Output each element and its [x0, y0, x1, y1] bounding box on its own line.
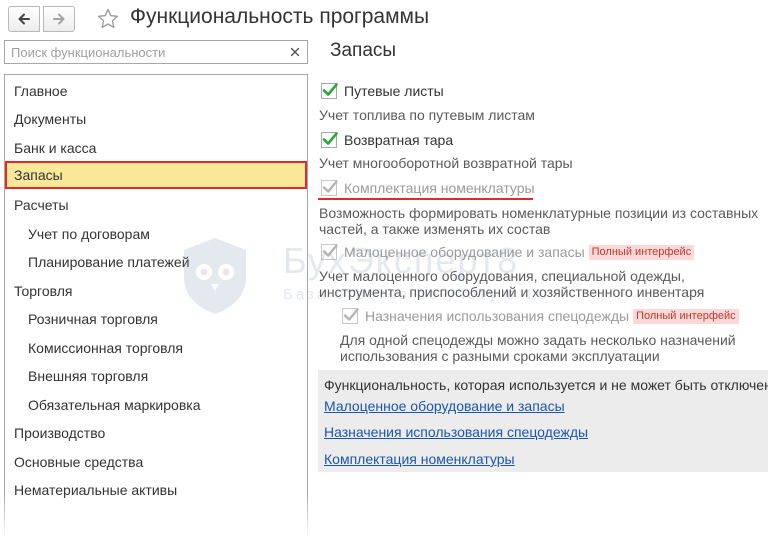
arrow-right-icon	[53, 13, 65, 25]
locked-functionality-heading: Функциональность, которая используется и…	[324, 377, 768, 393]
section-title: Запасы	[330, 40, 397, 61]
option-komplektaciya-nomenklatury: Комплектация номенклатуры	[321, 180, 535, 196]
option-description: Возможность формировать номенклатурные п…	[319, 205, 759, 221]
option-putevye-listy[interactable]: Путевые листы	[321, 83, 444, 99]
sidebar-item-bank-kassa[interactable]: Банк и касса	[5, 134, 307, 162]
checkmark-icon	[322, 244, 338, 257]
option-label: Малоценное оборудование и запасы	[344, 244, 585, 260]
checkbox-vozvratnaya-tara[interactable]	[321, 132, 338, 148]
close-icon	[290, 47, 300, 57]
option-description: Учет многооборотной возвратной тары	[319, 155, 573, 171]
option-vozvratnaya-tara[interactable]: Возвратная тара	[321, 132, 453, 148]
forward-button[interactable]	[43, 6, 75, 32]
option-description: Для одной спецодежды можно задать нескол…	[340, 332, 736, 348]
option-malocennoe-oborudovanie: Малоценное оборудование и запасы Полный …	[321, 244, 695, 260]
sidebar-item-glavnoe[interactable]: Главное	[5, 77, 307, 105]
option-label: Путевые листы	[344, 83, 444, 99]
sidebar-item-obyazatelnaya-markirovka[interactable]: Обязательная маркировка	[5, 391, 307, 419]
sidebar-item-planirovanie-platezhey[interactable]: Планирование платежей	[5, 248, 307, 276]
option-description: частей, а также изменять их состав	[319, 221, 551, 237]
sidebar-item-torgovlya[interactable]: Торговля	[5, 277, 307, 305]
sidebar-nav: Главное Документы Банк и касса Запасы Ра…	[4, 74, 308, 547]
option-label: Возвратная тара	[344, 132, 454, 148]
checkmark-icon	[343, 308, 359, 321]
full-interface-badge: Полный интерфейс	[633, 308, 739, 324]
clear-search-button[interactable]	[287, 44, 303, 60]
option-label: Назначения использования спецодежды	[365, 308, 630, 324]
option-label: Комплектация номенклатуры	[344, 180, 535, 196]
sidebar-item-proizvodstvo[interactable]: Производство	[5, 419, 307, 447]
sidebar-item-roznichnaya-torgovlya[interactable]: Розничная торговля	[5, 305, 307, 333]
checkbox-naznacheniya-specodezhdy	[342, 308, 359, 324]
sidebar-item-nematerialnye-aktivy[interactable]: Нематериальные активы	[5, 476, 307, 504]
link-naznacheniya-specodezhdy[interactable]: Назначения использования спецодежды	[324, 424, 588, 440]
main-panel: Запасы Путевые листы Учет топлива по пут…	[318, 0, 768, 547]
locked-functionality-box: Функциональность, которая используется и…	[318, 370, 768, 472]
arrow-left-icon	[18, 13, 30, 25]
checkbox-komplektaciya-nomenklatury	[321, 180, 338, 196]
full-interface-badge: Полный интерфейс	[588, 244, 695, 260]
checkmark-icon	[322, 132, 338, 145]
option-description: Учет топлива по путевым листам	[319, 107, 535, 123]
sidebar-item-vneshnyaya-torgovlya[interactable]: Внешняя торговля	[5, 362, 307, 390]
sidebar-item-raschety[interactable]: Расчеты	[5, 191, 307, 219]
option-description: использования с разными сроками эксплуат…	[340, 348, 660, 364]
checkbox-malocennoe-oborudovanie	[321, 244, 338, 260]
star-icon[interactable]	[96, 7, 120, 31]
back-button[interactable]	[8, 6, 40, 32]
sidebar-item-uchet-po-dogovoram[interactable]: Учет по договорам	[5, 220, 307, 248]
sidebar-item-komissionnaya-torgovlya[interactable]: Комиссионная торговля	[5, 334, 307, 362]
search-input[interactable]	[5, 41, 281, 63]
link-malocennoe-oborudovanie[interactable]: Малоценное оборудование и запасы	[324, 398, 565, 414]
sidebar-item-osnovnye-sredstva[interactable]: Основные средства	[5, 448, 307, 476]
checkmark-icon	[322, 180, 338, 193]
sidebar-item-dokumenty[interactable]: Документы	[5, 105, 307, 133]
option-description: инструмента, приспособлений и хозяйствен…	[319, 284, 705, 300]
search-box	[4, 40, 308, 64]
link-komplektaciya-nomenklatury[interactable]: Комплектация номенклатуры	[324, 451, 515, 467]
checkbox-putevye-listy[interactable]	[321, 83, 338, 99]
checkmark-icon	[322, 83, 338, 96]
option-naznacheniya-specodezhdy: Назначения использования спецодежды Полн…	[342, 308, 739, 324]
highlight-underline	[318, 198, 533, 200]
sidebar-item-zapasy[interactable]: Запасы	[5, 161, 307, 189]
option-description: Учет малоценного оборудования, специальн…	[319, 268, 685, 284]
